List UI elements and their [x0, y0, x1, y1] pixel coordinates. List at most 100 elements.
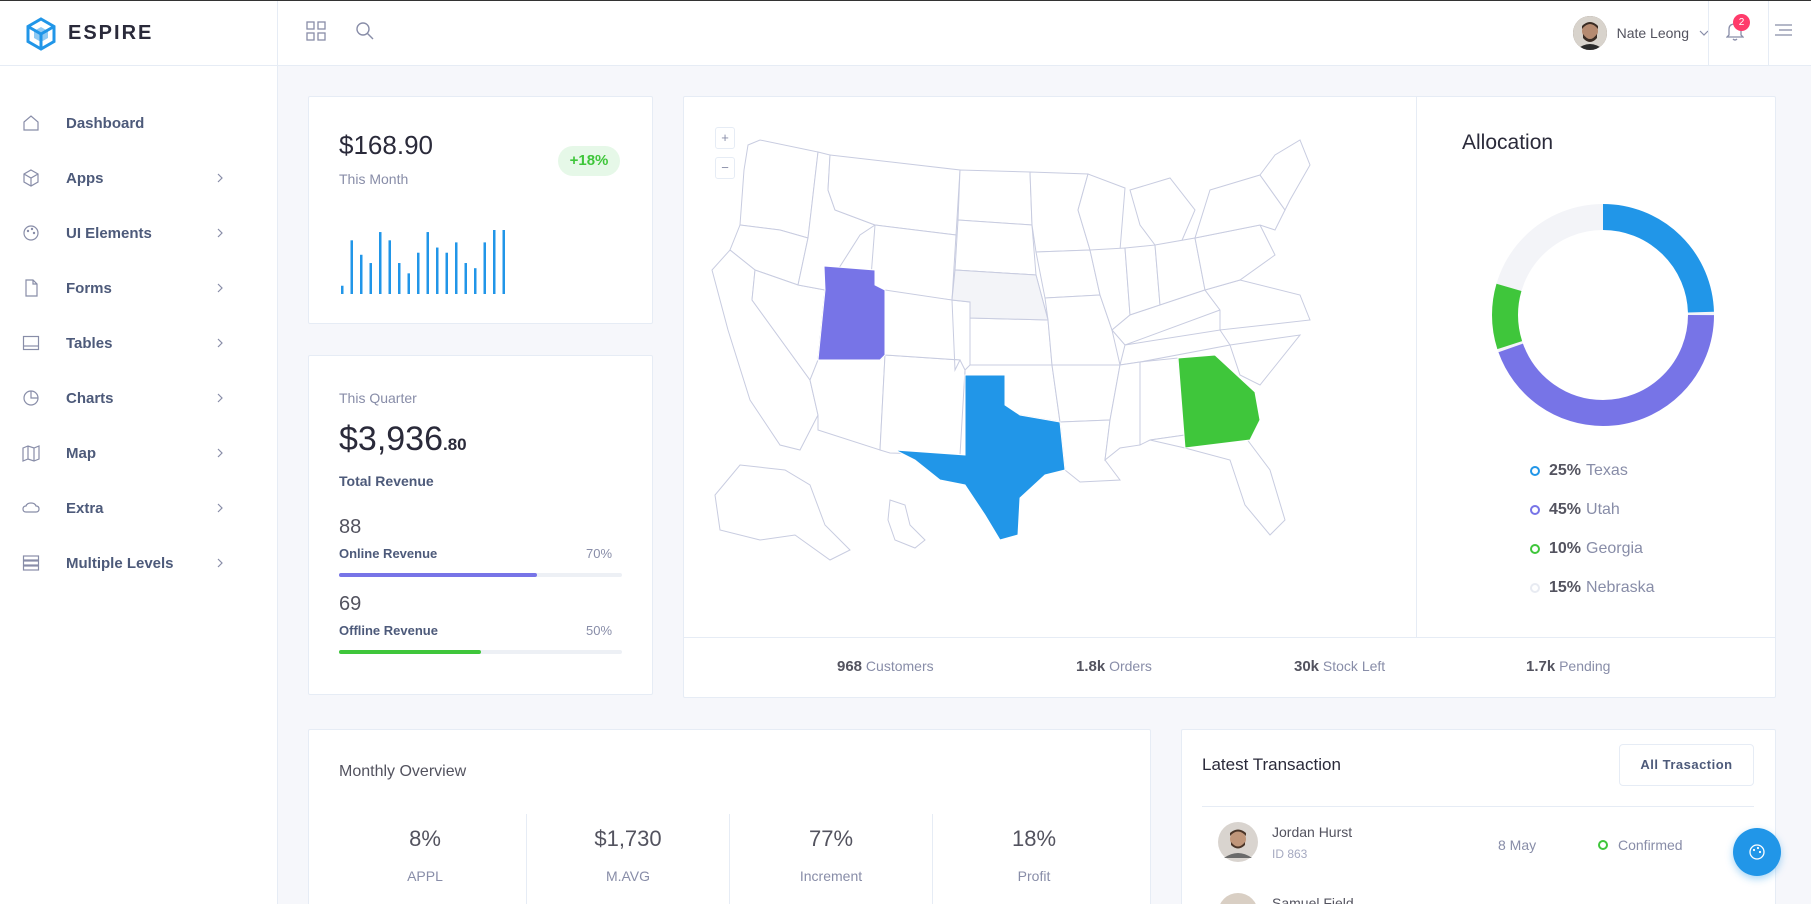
allocation-donut-chart	[1492, 204, 1714, 426]
map-state-hawaii[interactable]	[887, 499, 926, 549]
list-icon	[22, 555, 40, 571]
map-state-kansas[interactable]	[969, 317, 1053, 366]
avatar	[1572, 16, 1607, 50]
overview-value: 8%	[409, 826, 441, 851]
overview-value: $1,730	[594, 826, 662, 851]
transaction-title: Latest Transaction	[1202, 755, 1341, 774]
stat-stock-left: 30k Stock Left	[1294, 658, 1385, 675]
chevron-right-icon	[217, 558, 223, 568]
table-icon	[22, 335, 40, 351]
logo[interactable]: ESPIRE	[0, 1, 278, 66]
stat-label: Stock Left	[1322, 658, 1386, 674]
legend-percent: 45%	[1549, 501, 1582, 518]
allocation-title: Allocation	[1462, 131, 1554, 154]
stat-label: Pending	[1559, 658, 1611, 674]
user-name: Nate Leong	[1616, 25, 1689, 41]
brand-name: ESPIRE	[68, 22, 154, 44]
overview-profit: 18% Profit	[933, 826, 1135, 884]
user-menu[interactable]: Nate Leong	[1572, 16, 1709, 50]
sidebar-item-multiple-levels[interactable]: Multiple Levels	[0, 543, 278, 583]
sidebar-item-extra[interactable]: Extra	[0, 488, 278, 528]
map-state-iowa[interactable]	[1035, 249, 1101, 299]
map-state-south-dakota[interactable]	[954, 219, 1037, 276]
map-state-north-dakota[interactable]	[957, 169, 1033, 226]
sidebar-item-label: Forms	[66, 279, 112, 297]
online-revenue-value: 88	[339, 516, 362, 538]
monthly-overview-title: Monthly Overview	[339, 763, 467, 780]
sparkline-bar	[445, 252, 448, 294]
map-state-florida[interactable]	[1149, 429, 1286, 536]
change-badge: +18%	[558, 146, 620, 176]
map-state-utah[interactable]	[817, 265, 886, 361]
legend-state: Texas	[1586, 462, 1628, 479]
sidebar-item-map[interactable]: Map	[0, 433, 278, 473]
sparkline-chart	[341, 230, 505, 294]
pie-chart-icon	[23, 390, 39, 406]
legend-state: Georgia	[1586, 540, 1643, 557]
chevron-right-icon	[217, 393, 223, 403]
map-state-nebraska-highlight[interactable]	[951, 269, 1049, 321]
offline-revenue-percent: 50%	[586, 623, 613, 638]
search-icon[interactable]	[355, 21, 375, 41]
map-state-alabama[interactable]	[1139, 357, 1186, 446]
sparkline-bar	[502, 230, 505, 294]
all-transaction-button[interactable]: All Trasaction	[1619, 744, 1754, 786]
sparkline-bar	[369, 263, 372, 294]
avatar	[1218, 822, 1258, 862]
chevron-right-icon	[217, 338, 223, 348]
us-map	[711, 139, 1311, 561]
legend-state: Nebraska	[1586, 579, 1655, 596]
sidebar-item-label: Apps	[66, 169, 104, 187]
quarter-label: This Quarter	[339, 390, 417, 406]
top-header: ESPIRE Nate Leong 2	[0, 0, 1811, 66]
sidebar-item-dashboard[interactable]: Dashboard	[0, 103, 278, 143]
map-state-virginia[interactable]	[1204, 279, 1311, 331]
sparkline-bar	[474, 268, 477, 294]
offline-revenue-label: Offline Revenue	[339, 623, 438, 638]
month-label: This Month	[339, 171, 409, 187]
sparkline-bar	[379, 232, 382, 294]
offline-revenue-value: 69	[339, 593, 362, 615]
stat-customers: 968 Customers	[837, 658, 934, 675]
sidebar: Dashboard Apps UI Elements Forms Tables …	[0, 66, 278, 904]
sidebar-item-label: Dashboard	[66, 114, 145, 132]
sidebar-item-tables[interactable]: Tables	[0, 323, 278, 363]
sidebar-item-forms[interactable]: Forms	[0, 268, 278, 308]
sparkline-bar	[407, 273, 410, 294]
map-state-carolinas[interactable]	[1229, 334, 1302, 386]
map-state-alaska[interactable]	[714, 464, 851, 561]
transaction-name: Samuel Field	[1272, 895, 1354, 904]
legend-dot	[1530, 583, 1540, 593]
legend-item-georgia: 10% Georgia	[1530, 540, 1643, 558]
stat-value: 1.8k	[1076, 658, 1106, 675]
sidebar-item-label: UI Elements	[66, 224, 152, 242]
total-revenue-value: $3,936.80	[339, 420, 467, 459]
sidebar-item-charts[interactable]: Charts	[0, 378, 278, 418]
transaction-id: ID 863	[1272, 847, 1308, 861]
map-state-washington-oregon-north[interactable]	[739, 139, 819, 239]
theme-settings-button[interactable]	[1733, 828, 1781, 876]
sidebar-item-apps[interactable]: Apps	[0, 158, 278, 198]
sparkline-bar	[388, 240, 391, 294]
stat-orders: 1.8k Orders	[1076, 658, 1152, 675]
status-badge: Confirmed	[1618, 837, 1683, 853]
map-state-indiana[interactable]	[1124, 244, 1161, 316]
legend-percent: 10%	[1549, 540, 1582, 557]
sparkline-bar	[455, 242, 458, 294]
overview-value: 77%	[808, 826, 854, 851]
card-divider	[1416, 97, 1417, 637]
map-state-arkansas[interactable]	[1051, 364, 1121, 423]
sidebar-item-label: Tables	[66, 334, 113, 352]
cube-icon	[23, 169, 39, 187]
status-dot	[1598, 840, 1608, 850]
grid-icon[interactable]	[306, 21, 326, 41]
menu-lines-icon[interactable]	[1773, 23, 1793, 39]
map-state-michigan[interactable]	[1129, 177, 1196, 246]
overview-increment: 77% Increment	[730, 826, 932, 884]
map-state-arizona[interactable]	[809, 353, 886, 451]
sidebar-item-ui-elements[interactable]: UI Elements	[0, 213, 278, 253]
map-state-new-mexico[interactable]	[879, 354, 966, 456]
chevron-right-icon	[217, 503, 223, 513]
sidebar-item-label: Multiple Levels	[66, 554, 174, 572]
legend-dot	[1530, 505, 1540, 515]
